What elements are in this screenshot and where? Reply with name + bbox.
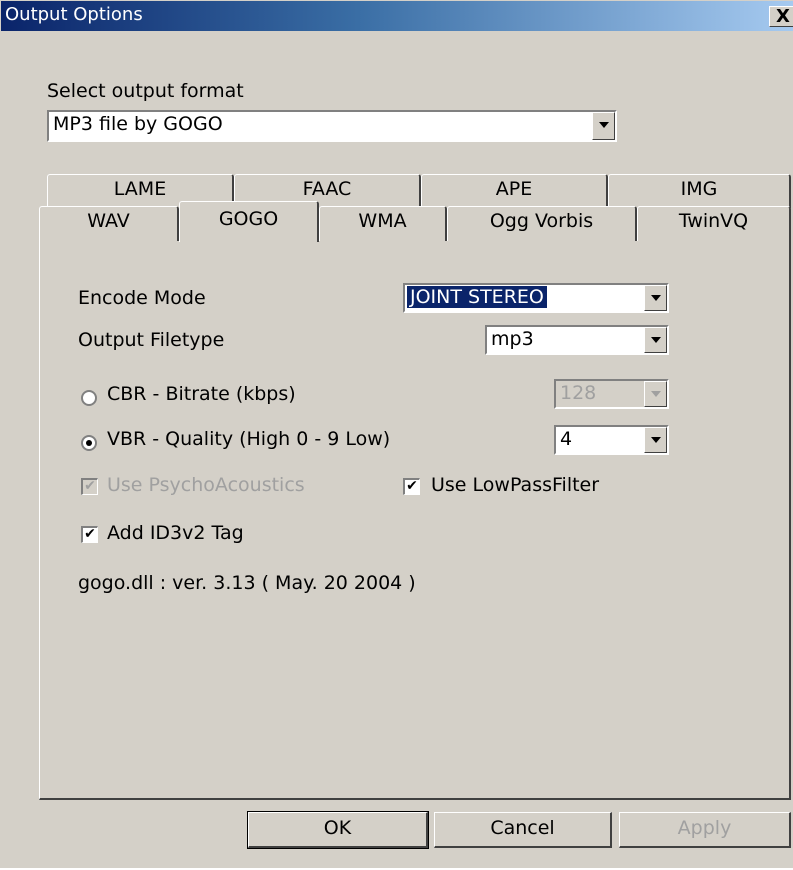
chevron-down-icon[interactable] bbox=[644, 381, 667, 407]
output-format-value: MP3 file by GOGO bbox=[53, 113, 223, 135]
cbr-label: CBR - Bitrate (kbps) bbox=[107, 383, 296, 405]
tab-label: FAAC bbox=[302, 178, 352, 200]
vbr-label: VBR - Quality (High 0 - 9 Low) bbox=[107, 428, 391, 450]
lowpass-label: Use LowPassFilter bbox=[431, 474, 600, 496]
apply-button[interactable]: Apply bbox=[619, 812, 791, 848]
version-text: gogo.dll : ver. 3.13 ( May. 20 2004 ) bbox=[78, 572, 416, 594]
chevron-down-icon[interactable] bbox=[644, 285, 667, 311]
tab-img[interactable]: IMG bbox=[608, 174, 791, 208]
chevron-down-icon[interactable] bbox=[592, 112, 615, 140]
tab-label: APE bbox=[495, 178, 533, 200]
close-icon[interactable]: X bbox=[769, 6, 793, 27]
tab-wav[interactable]: WAV bbox=[39, 206, 179, 241]
cbr-bitrate-value: 128 bbox=[560, 382, 597, 404]
select-output-format-label: Select output format bbox=[47, 80, 244, 102]
vbr-quality-select[interactable]: 4 bbox=[554, 425, 669, 455]
tab-label: IMG bbox=[680, 178, 718, 200]
ok-label: OK bbox=[323, 817, 352, 839]
cancel-label: Cancel bbox=[490, 817, 555, 839]
output-format-select[interactable]: MP3 file by GOGO bbox=[47, 110, 617, 142]
title-bar[interactable]: Output Options bbox=[1, 1, 793, 31]
output-filetype-value: mp3 bbox=[491, 328, 534, 350]
gogo-settings-panel bbox=[39, 240, 791, 800]
encode-mode-value: JOINT STEREO bbox=[406, 285, 548, 309]
tab-wma[interactable]: WMA bbox=[319, 206, 447, 241]
tab-label: WMA bbox=[358, 210, 407, 232]
cbr-radio[interactable] bbox=[81, 390, 97, 406]
ok-button[interactable]: OK bbox=[247, 811, 429, 849]
window-title: Output Options bbox=[5, 4, 143, 25]
tab-twinvq[interactable]: TwinVQ bbox=[637, 206, 791, 241]
chevron-down-icon[interactable] bbox=[644, 427, 667, 453]
chevron-down-icon[interactable] bbox=[644, 327, 667, 353]
id3-label: Add ID3v2 Tag bbox=[107, 522, 244, 544]
tab-label: Ogg Vorbis bbox=[489, 210, 594, 232]
tab-label: TwinVQ bbox=[678, 210, 749, 232]
encode-mode-label: Encode Mode bbox=[78, 287, 206, 309]
vbr-quality-value: 4 bbox=[560, 428, 573, 450]
output-options-dialog: Output Options X Select output format MP… bbox=[0, 0, 793, 868]
tab-label: LAME bbox=[113, 178, 167, 200]
tab-ogg-vorbis[interactable]: Ogg Vorbis bbox=[447, 206, 637, 241]
encode-mode-select[interactable]: JOINT STEREO bbox=[403, 283, 669, 313]
vbr-radio[interactable] bbox=[81, 435, 97, 451]
tab-gogo[interactable]: GOGO bbox=[179, 201, 319, 242]
cbr-bitrate-select[interactable]: 128 bbox=[554, 379, 669, 409]
apply-label: Apply bbox=[677, 817, 732, 839]
psycho-checkbox[interactable]: ✔ bbox=[81, 478, 98, 495]
id3-checkbox[interactable]: ✔ bbox=[81, 526, 98, 543]
tab-label: GOGO bbox=[218, 208, 279, 230]
output-filetype-label: Output Filetype bbox=[78, 329, 225, 351]
output-filetype-select[interactable]: mp3 bbox=[485, 325, 669, 355]
tab-ape[interactable]: APE bbox=[421, 174, 608, 208]
tab-label: WAV bbox=[87, 210, 130, 232]
lowpass-checkbox[interactable]: ✔ bbox=[403, 478, 420, 495]
cancel-button[interactable]: Cancel bbox=[434, 812, 612, 848]
psycho-label: Use PsychoAcoustics bbox=[107, 474, 305, 496]
